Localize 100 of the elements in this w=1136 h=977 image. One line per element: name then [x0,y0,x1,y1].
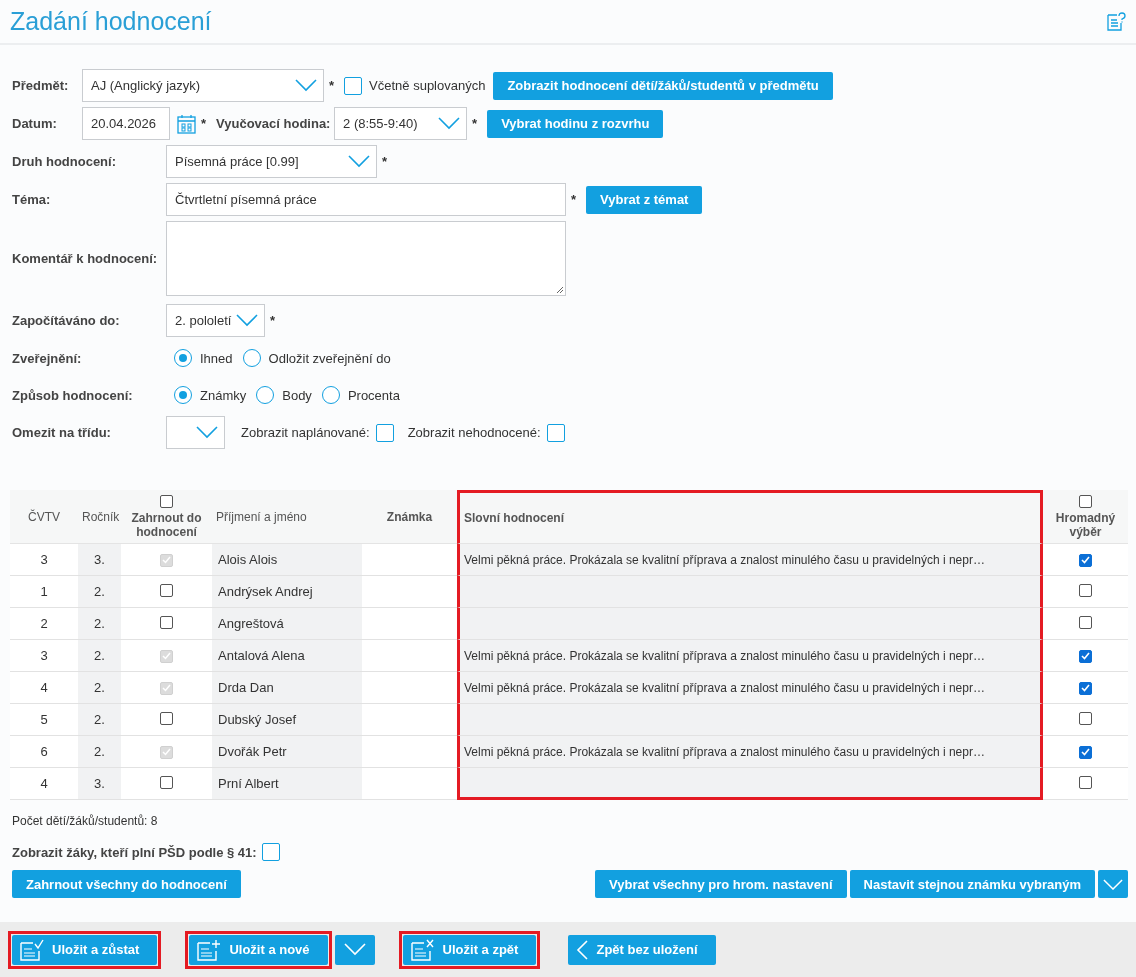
table-cell: 3. [94,776,105,791]
header-checkbox[interactable] [1079,494,1092,508]
table-cell: 4 [40,776,48,791]
chevron-down-icon [348,155,370,168]
class-select[interactable] [166,416,225,449]
calendar-icon[interactable] [177,113,196,134]
student-count: Počet dětí/žáků/studentů: 8 [12,814,159,828]
comment-field[interactable] [166,221,566,296]
bulk-checkbox[interactable] [1079,583,1092,597]
radio-label: Body [282,387,312,403]
table-cell: 2. [94,616,105,631]
choose-lesson-button[interactable]: Vybrat hodinu z rozvrhu [487,109,664,138]
verbal-assessment: Velmi pěkná práce. Prokázala se kvalitní příprava a znalost minulého času u pravidelných i nepr… [464,648,985,663]
field-label: Zobrazit žáky, kteří plní PŠD podle § 41: [12,844,258,860]
bulk-checkbox[interactable] [1079,745,1092,759]
footer-button[interactable]: Zpět bez uložení [568,934,716,965]
checkbox[interactable] [262,843,280,861]
radio-button[interactable] [321,386,340,404]
student-name: Antalová Alena [218,648,305,663]
dropdown-button[interactable] [334,934,375,965]
radio-button[interactable] [242,349,261,367]
select-all-button[interactable]: Vybrat všechny pro hrom. nastavení [595,870,847,898]
resize-grip-icon[interactable] [556,286,564,294]
field-label: Zveřejnění: [12,350,83,366]
radio-label: Odložit zveřejnění do [268,350,391,366]
field-label: Komentář k hodnocení: [12,251,159,266]
date-field[interactable]: 20.04.2026 [82,107,170,140]
column-header: Zahrnout do hodnocení [130,510,203,539]
table-cell: 3 [40,648,48,663]
table-cell: 2. [94,584,105,599]
student-name: Alois Alois [218,552,278,567]
student-name: Dubský Josef [218,712,297,727]
footer-button[interactable]: Uložit a zůstat [12,934,158,965]
bulk-checkbox[interactable] [1079,711,1092,725]
required-mark: * [201,116,207,131]
footer-button[interactable]: Uložit a zpět [402,934,537,965]
table-cell: 3. [94,552,105,567]
verbal-assessment: Velmi pěkná práce. Prokázala se kvalitní příprava a znalost minulého času u pravidelných i nepr… [464,552,985,567]
bulk-checkbox[interactable] [1079,775,1092,789]
student-name: Drda Dan [218,680,274,695]
column-header: Ročník [82,509,120,524]
help-icon[interactable] [1106,11,1126,32]
table-cell: 3 [40,552,48,567]
include-checkbox[interactable] [160,711,173,725]
field-label: Druh hodnocení: [12,154,117,169]
column-header: Známka [386,509,433,524]
radio-button[interactable] [174,349,192,367]
table-cell: 2 [40,616,48,631]
student-name: Angreštová [218,616,284,631]
field-label: Vyučovací hodina: [216,116,332,131]
field-label: Omezit na třídu: [12,425,112,440]
include-all-button[interactable]: Zahrnout všechny do hodnocení [12,870,241,898]
required-mark: * [329,78,335,93]
topic-field[interactable]: Čtvrtletní písemná práce [166,183,566,216]
field-label: Datum: [12,116,58,131]
column-header: ČVTV [28,509,60,524]
footer-button[interactable]: Uložit a nové [189,934,328,965]
table-cell: 2. [94,744,105,759]
grading-type-select[interactable]: Písemná práce [0.99] [166,145,377,178]
include-checkbox[interactable] [160,583,173,597]
subject-select[interactable]: AJ (Anglický jazyk) [82,69,324,102]
chevron-down-icon [438,117,461,130]
radio-label: Procenta [347,387,400,403]
checkbox[interactable] [375,423,394,442]
table-cell: 2. [94,712,105,727]
include-checkbox[interactable] [160,775,173,789]
radio-button[interactable] [174,386,192,404]
bulk-checkbox[interactable] [1079,553,1092,567]
header-checkbox[interactable] [160,494,173,508]
table-cell: 2. [94,680,105,695]
verbal-assessment: Velmi pěkná práce. Prokázala se kvalitní příprava a znalost minulého času u pravidelných i nepr… [464,680,985,695]
bulk-checkbox[interactable] [1079,615,1092,629]
column-header: Hromadný výběr [1054,510,1117,539]
student-name: Prní Albert [218,776,279,791]
bulk-checkbox[interactable] [1079,649,1092,663]
show-grades-button[interactable]: Zobrazit hodnocení dětí/žáků/studentů v předmětu [493,71,833,100]
chevron-down-icon [236,314,258,327]
checkbox-label: Zobrazit nehodnocené: [407,425,541,440]
checkbox[interactable] [344,76,363,95]
lesson-select[interactable]: 2 (8:55-9:40) [334,107,468,140]
student-name: Dvořák Petr [218,744,287,759]
required-mark: * [270,313,276,328]
table-cell: 6 [40,744,48,759]
field-label: Téma: [12,192,52,207]
bulk-checkbox[interactable] [1079,681,1092,695]
chevron-down-icon [343,943,366,956]
radio-button[interactable] [256,386,275,404]
column-header: Slovní hodnocení [464,511,564,525]
table-cell: 5 [40,712,48,727]
required-mark: * [382,154,388,169]
choose-topic-button[interactable]: Vybrat z témat [586,185,703,214]
dropdown-button[interactable] [1098,870,1128,898]
period-select[interactable]: 2. pololetí [166,304,265,337]
verbal-assessment: Velmi pěkná práce. Prokázala se kvalitní příprava a znalost minulého času u pravidelných i nepr… [464,744,985,759]
chevron-down-icon [1103,878,1123,890]
document-plus-icon [197,938,222,961]
same-grade-button[interactable]: Nastavit stejnou známku vybraným [849,870,1095,898]
checkbox[interactable] [546,423,565,442]
radio-label: Známky [200,387,247,403]
include-checkbox[interactable] [160,615,173,629]
